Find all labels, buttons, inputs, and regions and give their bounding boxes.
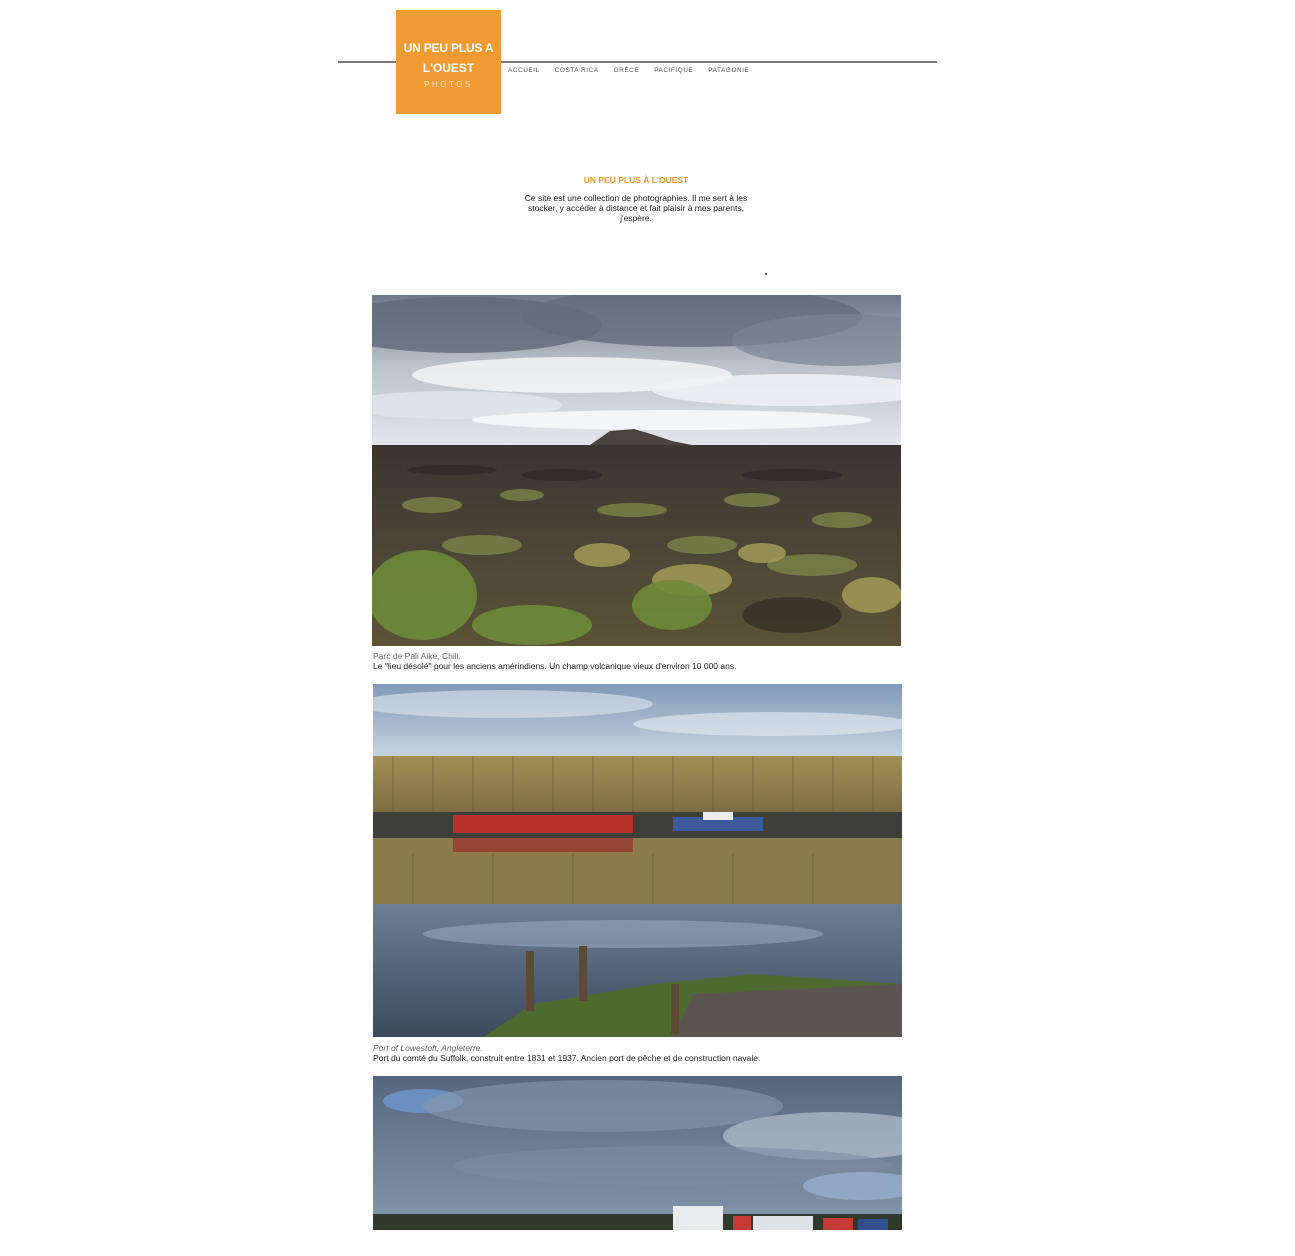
nav-item-pacifique[interactable]: PACIFIQUE [654,67,693,79]
logo-line-2: L'OUEST [422,61,475,75]
nav-item-accueil[interactable]: ACCUEIL [508,67,540,79]
logo-line-3: PHOTOS [424,80,473,89]
caption-description: Port du comté du Suffolk, construit entr… [373,1053,761,1063]
nav-item-grece[interactable]: GRÈCE [614,67,640,79]
photo-caption: Port of Lowestoft, Angleterre. Port du c… [373,1043,903,1063]
nav-item-costa-rica[interactable]: COSTA RICA [555,67,599,79]
intro-title: UN PEU PLUS À L'OUEST [583,175,689,185]
caption-description: Le "lieu désolé" pour les anciens amérin… [373,661,737,671]
site-logo[interactable]: UN PEU PLUS A L'OUEST PHOTOS [396,10,501,114]
harbour-reflection-photo[interactable] [373,684,902,1037]
stray-dot [765,273,767,275]
lava-field-volcano-photo[interactable] [372,295,901,646]
harbour-sky-image [373,1076,902,1230]
harbour-sky-photo[interactable] [373,1076,902,1230]
caption-place: Parc de Pali Aike, Chili. [373,651,461,661]
logo-line-1: UN PEU PLUS A [403,41,494,55]
lava-field-image [372,295,901,646]
photo-caption: Parc de Pali Aike, Chili. Le "lieu désol… [373,651,903,671]
main-nav: ACCUEIL COSTA RICA GRÈCE PACIFIQUE PATAG… [508,67,764,79]
harbour-reflection-image [373,684,902,1037]
caption-place: Port of Lowestoft, Angleterre. [373,1043,483,1053]
nav-item-patagonie[interactable]: PATAGONIE [708,67,749,79]
intro-text: Ce site est une collection de photograph… [524,193,748,223]
